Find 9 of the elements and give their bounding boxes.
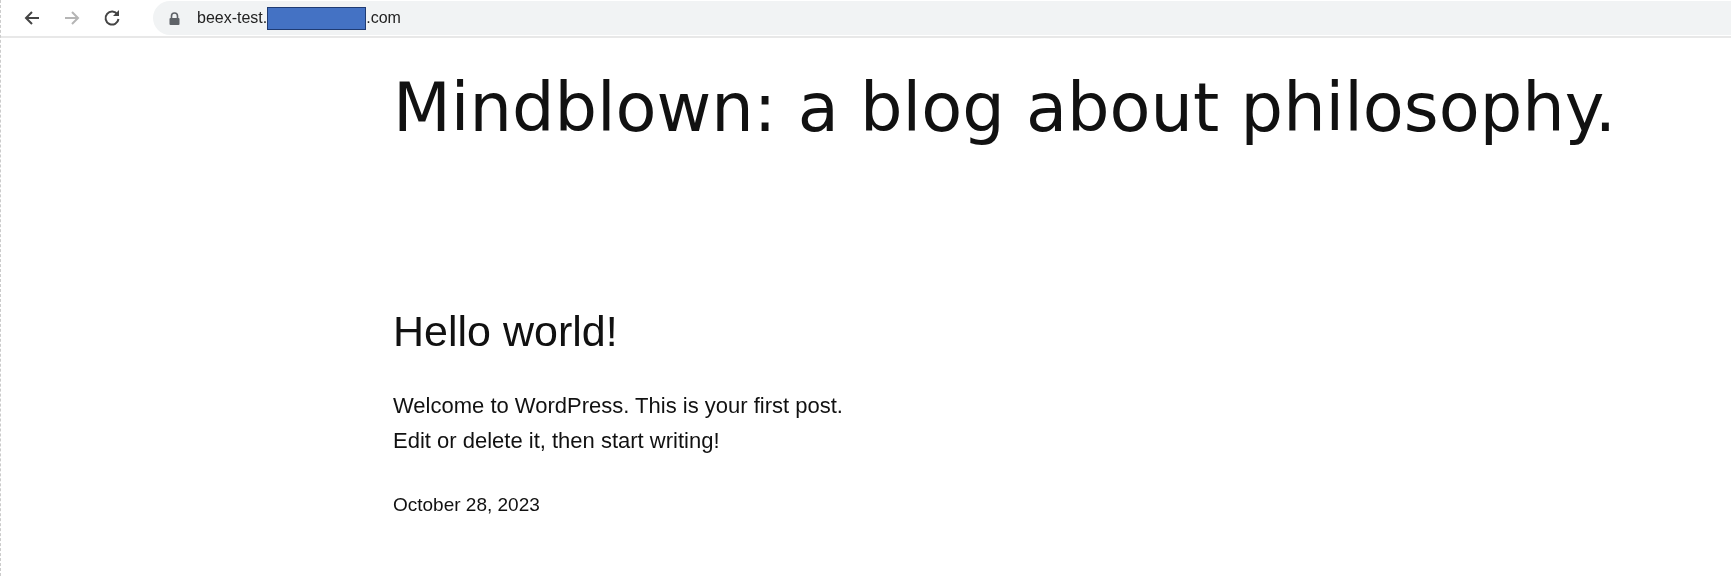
post-title: Hello world! [393, 306, 619, 358]
post-date: October 28, 2023 [393, 494, 541, 516]
address-bar[interactable]: beex-test. .com [153, 1, 1731, 35]
post-excerpt: Welcome to WordPress. This is your first post. Edit or delete it, then start writing! [393, 392, 844, 455]
site-title: Mindblown: a blog about philosophy. [393, 68, 1618, 149]
url-text: .com [366, 9, 401, 27]
lock-icon [169, 11, 180, 25]
url-text: beex-test. [197, 9, 268, 27]
reload-icon [102, 8, 122, 28]
